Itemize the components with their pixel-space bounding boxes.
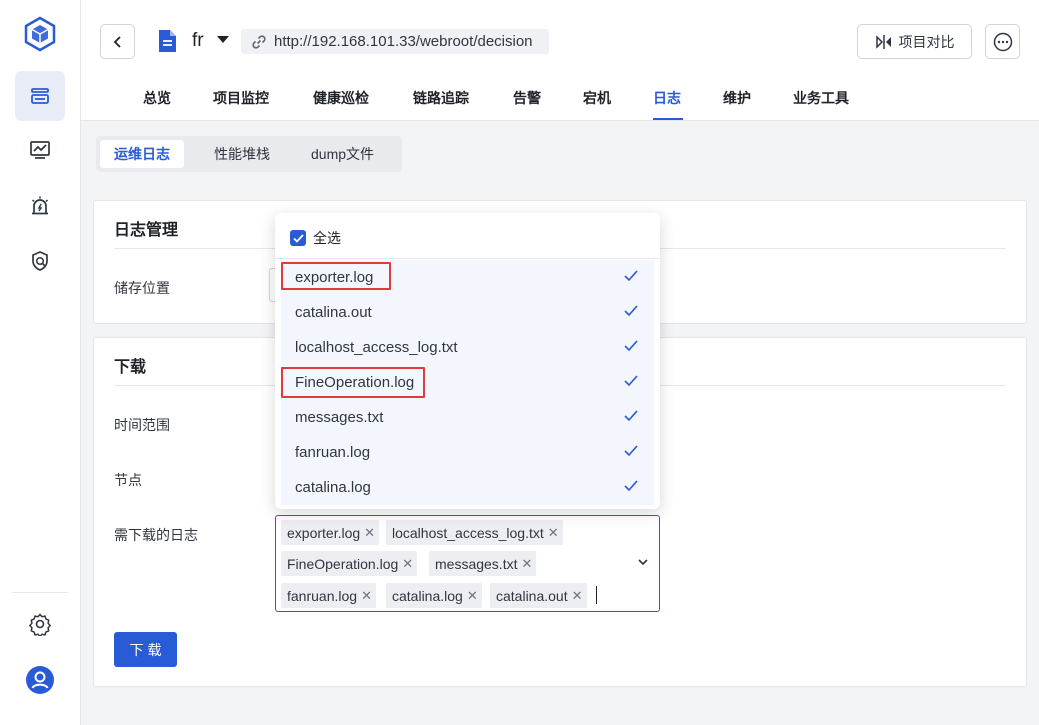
close-icon[interactable]: ✕ — [548, 525, 559, 541]
check-icon — [624, 270, 638, 282]
download-title: 下载 — [114, 359, 147, 376]
back-button[interactable] — [100, 24, 135, 59]
subtab-dump-file[interactable]: dump文件 — [297, 140, 388, 168]
close-icon[interactable]: ✕ — [402, 556, 413, 572]
link-icon — [252, 34, 266, 49]
download-button[interactable]: 下载 — [114, 632, 177, 667]
subtab-bar: 运维日志 性能堆栈 dump文件 — [96, 136, 402, 172]
dropdown-option[interactable]: messages.txt — [281, 400, 654, 435]
selected-log-tag: localhost_access_log.txt ✕ — [386, 520, 563, 545]
tab-logs[interactable]: 日志 — [653, 88, 681, 108]
tab-business-tools[interactable]: 业务工具 — [793, 88, 849, 108]
select-all-label: 全选 — [313, 230, 341, 246]
layers-icon[interactable] — [15, 71, 65, 121]
selected-log-tag: messages.txt ✕ — [429, 551, 537, 576]
url-display: http://192.168.101.33/webroot/decision — [241, 29, 549, 54]
tab-downtime[interactable]: 宕机 — [583, 88, 611, 108]
shield-check-icon[interactable] — [15, 236, 65, 286]
chevron-left-icon — [113, 35, 121, 48]
left-rail — [0, 0, 81, 725]
project-name[interactable]: fr — [192, 30, 204, 52]
selected-log-tag: FineOperation.log ✕ — [281, 551, 418, 576]
close-icon[interactable]: ✕ — [572, 588, 583, 604]
selected-log-tag: exporter.log ✕ — [281, 520, 380, 545]
more-button[interactable] — [985, 24, 1020, 59]
tab-project-monitor[interactable]: 项目监控 — [213, 88, 269, 108]
tab-trace[interactable]: 链路追踪 — [413, 88, 469, 108]
tab-alert[interactable]: 告警 — [513, 88, 541, 108]
close-icon[interactable]: ✕ — [521, 556, 532, 572]
log-options-dropdown: 全选 exporter.log catalina.out localhost_a… — [275, 213, 660, 509]
dropdown-option[interactable]: catalina.out — [281, 295, 654, 330]
select-all-checkbox[interactable] — [290, 230, 306, 246]
check-icon — [624, 375, 638, 387]
check-icon — [624, 410, 638, 422]
dropdown-option[interactable]: catalina.log — [281, 470, 654, 505]
selected-log-tag: fanruan.log ✕ — [281, 583, 376, 608]
alarm-icon[interactable] — [15, 181, 65, 231]
cube-logo-icon[interactable] — [22, 16, 58, 52]
selected-log-tag: catalina.out ✕ — [490, 583, 587, 608]
tab-maintenance[interactable]: 维护 — [723, 88, 751, 108]
gear-icon[interactable] — [15, 599, 65, 649]
selected-log-tag: catalina.log ✕ — [386, 583, 482, 608]
highlight-box-exporter — [281, 262, 391, 290]
node-label: 节点 — [114, 472, 142, 488]
document-icon — [157, 29, 177, 56]
dropdown-option[interactable]: localhost_access_log.txt — [281, 330, 654, 365]
compare-icon — [875, 34, 891, 49]
monitor-chart-icon[interactable] — [15, 125, 65, 175]
check-icon — [624, 305, 638, 317]
time-range-label: 时间范围 — [114, 417, 170, 433]
highlight-box-fineoperation — [281, 367, 425, 398]
check-icon — [624, 445, 638, 457]
active-tab-indicator — [653, 118, 683, 120]
url-text: http://192.168.101.33/webroot/decision — [274, 33, 533, 50]
dropdown-divider — [275, 258, 660, 259]
subtab-perf-stack[interactable]: 性能堆栈 — [200, 140, 284, 168]
log-management-title: 日志管理 — [114, 222, 179, 239]
chevron-down-icon[interactable] — [637, 556, 649, 568]
log-multi-select[interactable]: exporter.log ✕ localhost_access_log.txt ✕ … — [275, 515, 660, 612]
compare-button[interactable]: 项目对比 — [857, 24, 972, 59]
subtab-ops-log[interactable]: 运维日志 — [100, 140, 184, 168]
check-icon — [292, 233, 304, 243]
user-icon[interactable] — [15, 655, 65, 705]
rail-divider — [12, 592, 68, 593]
tab-overview[interactable]: 总览 — [143, 88, 171, 108]
dropdown-option[interactable]: fanruan.log — [281, 435, 654, 470]
close-icon[interactable]: ✕ — [364, 525, 375, 541]
more-icon — [993, 32, 1012, 51]
close-icon[interactable]: ✕ — [361, 588, 372, 604]
caret-down-icon[interactable] — [217, 36, 229, 43]
logs-to-download-label: 需下载的日志 — [114, 527, 198, 543]
compare-label: 项目对比 — [898, 33, 955, 50]
close-icon[interactable]: ✕ — [467, 588, 478, 604]
select-all-option[interactable]: 全选 — [290, 228, 341, 248]
check-icon — [624, 480, 638, 492]
text-cursor — [596, 586, 597, 604]
tab-health-check[interactable]: 健康巡检 — [313, 88, 369, 108]
top-header: fr http://192.168.101.33/webroot/decisio… — [81, 0, 1039, 121]
storage-location-label: 储存位置 — [114, 280, 170, 296]
check-icon — [624, 340, 638, 352]
